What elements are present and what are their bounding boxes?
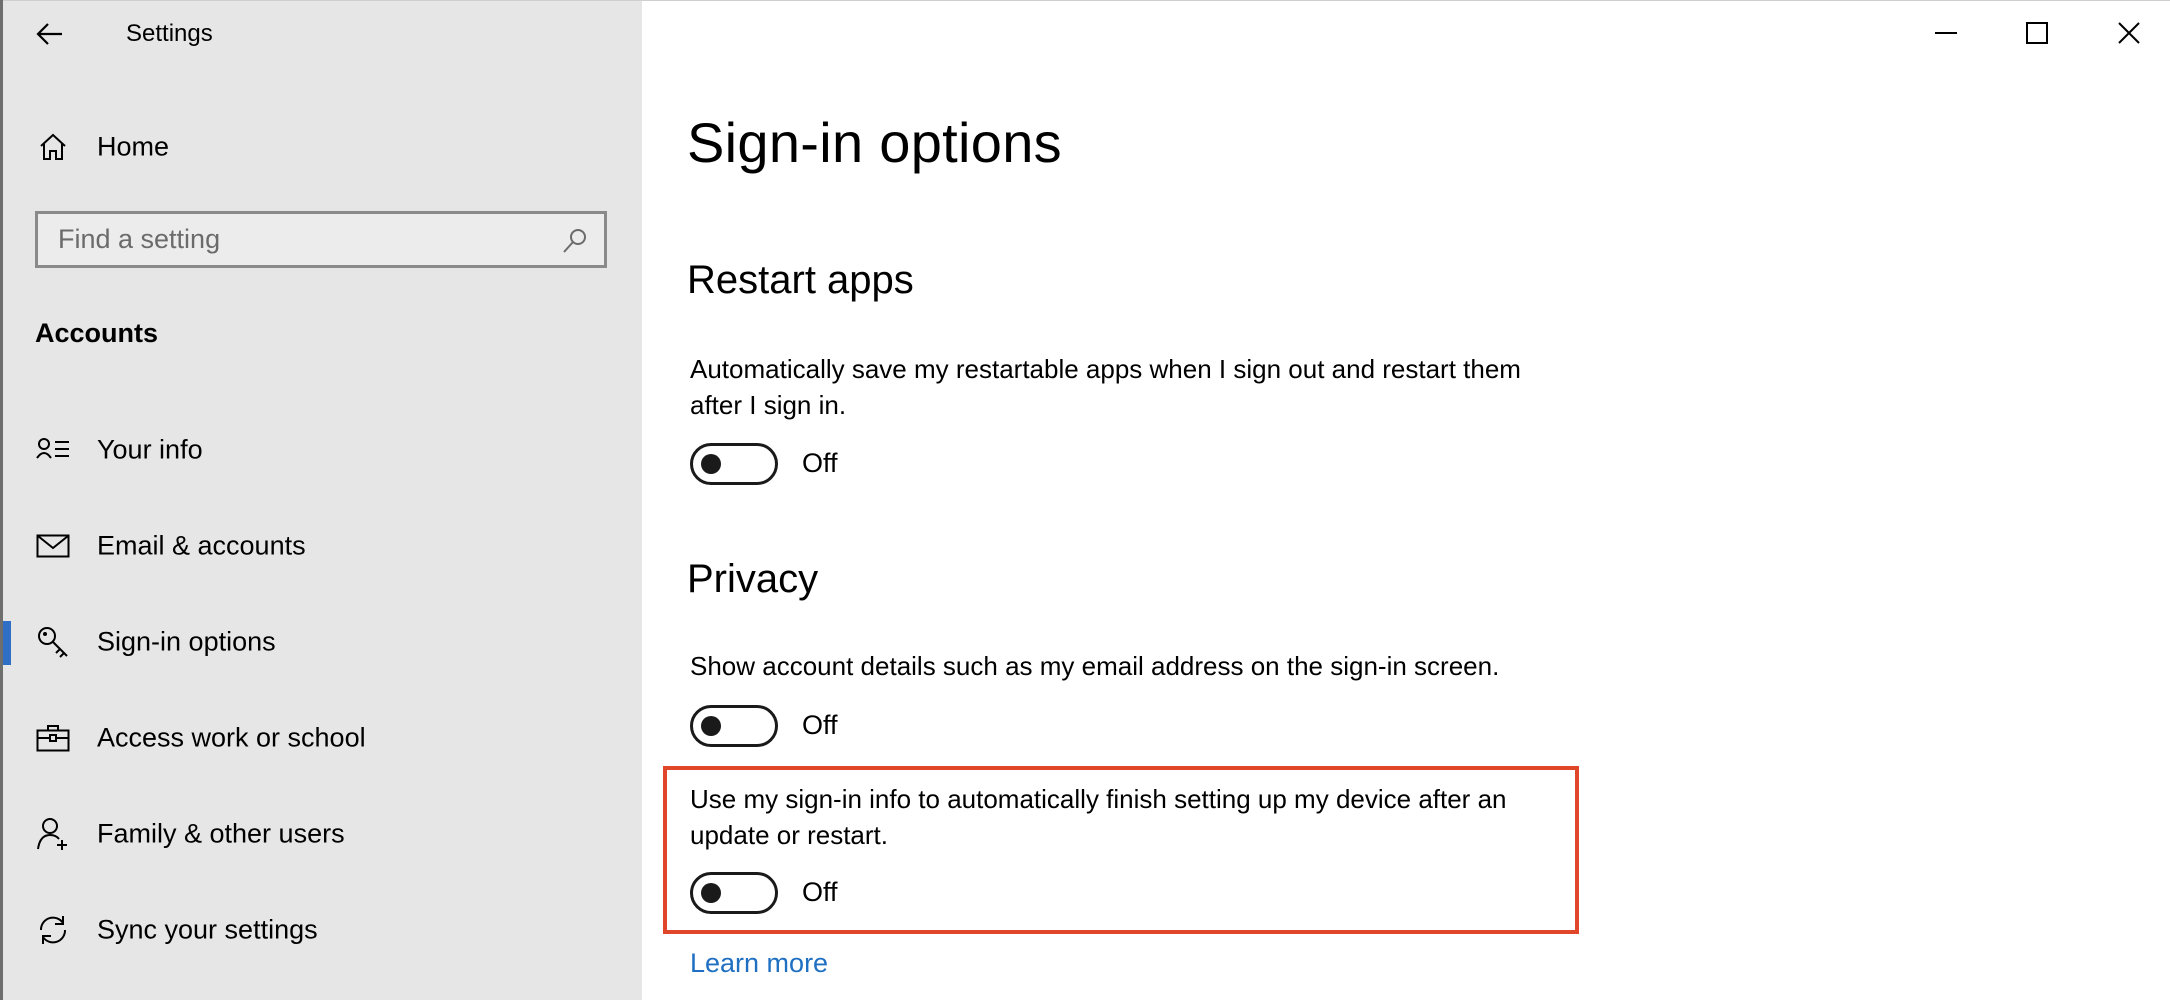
show-account-details-description: Show account details such as my email ad… xyxy=(690,651,1500,681)
sidebar-item-family-other-users[interactable]: Family & other users xyxy=(3,799,642,869)
app-title: Settings xyxy=(126,20,213,47)
sidebar-item-label: Email & accounts xyxy=(97,530,306,561)
person-add-icon xyxy=(33,814,73,854)
sidebar-item-sign-in-options[interactable]: Sign-in options xyxy=(3,607,642,677)
toggle-knob xyxy=(701,454,721,474)
sidebar-item-label: Home xyxy=(97,131,170,162)
sidebar-item-email-accounts[interactable]: Email & accounts xyxy=(3,511,642,581)
toggle-knob xyxy=(701,883,721,903)
restart-apps-toggle-state: Off xyxy=(802,448,838,478)
show-account-details-toggle-state: Off xyxy=(802,710,838,740)
sidebar-item-your-info[interactable]: Your info xyxy=(3,415,642,485)
minimize-icon xyxy=(1935,32,1957,34)
sidebar-item-access-work-school[interactable]: Access work or school xyxy=(3,703,642,773)
sidebar-item-sync-settings[interactable]: Sync your settings xyxy=(3,895,642,965)
title-bar: Settings xyxy=(0,0,642,68)
use-signin-info-toggle-state: Off xyxy=(802,877,838,907)
mail-icon xyxy=(33,526,73,566)
home-icon xyxy=(33,127,73,167)
page-title: Sign-in options xyxy=(687,111,1062,174)
restart-apps-description: Automatically save my restartable apps w… xyxy=(690,354,1521,420)
window-controls xyxy=(642,0,2170,68)
sidebar-item-label: Family & other users xyxy=(97,818,345,849)
sidebar-item-home[interactable]: Home xyxy=(3,112,642,182)
use-signin-info-description: Use my sign-in info to automatically fin… xyxy=(690,784,1507,850)
sidebar-item-label: Sync your settings xyxy=(97,914,318,945)
maximize-button[interactable] xyxy=(1992,4,2082,62)
restart-apps-toggle[interactable] xyxy=(690,443,778,485)
maximize-icon xyxy=(2026,22,2048,44)
back-arrow-icon xyxy=(36,23,62,45)
sidebar-item-label: Sign-in options xyxy=(97,626,276,657)
settings-window: Settings Home Accounts xyxy=(0,0,2170,1000)
section-title-privacy: Privacy xyxy=(687,557,819,601)
sidebar-item-label: Access work or school xyxy=(97,722,366,753)
search-icon[interactable] xyxy=(560,226,590,256)
section-title-restart-apps: Restart apps xyxy=(687,258,914,302)
minimize-button[interactable] xyxy=(1901,4,1991,62)
back-button[interactable] xyxy=(28,12,72,56)
window-left-border xyxy=(0,0,3,1000)
key-icon xyxy=(33,622,73,662)
sidebar: Settings Home Accounts xyxy=(0,0,642,1000)
sidebar-item-label: Your info xyxy=(97,434,203,465)
window-top-border xyxy=(0,0,2170,1)
briefcase-icon xyxy=(33,718,73,758)
toggle-knob xyxy=(701,716,721,736)
close-icon xyxy=(2118,22,2140,44)
person-list-icon xyxy=(33,430,73,470)
sync-icon xyxy=(33,910,73,950)
learn-more-link[interactable]: Learn more xyxy=(690,948,828,979)
close-button[interactable] xyxy=(2084,4,2170,62)
group-title: Accounts xyxy=(35,318,159,348)
search-input[interactable] xyxy=(38,214,604,265)
use-signin-info-toggle[interactable] xyxy=(690,872,778,914)
show-account-details-toggle[interactable] xyxy=(690,705,778,747)
search-box[interactable] xyxy=(35,211,607,268)
